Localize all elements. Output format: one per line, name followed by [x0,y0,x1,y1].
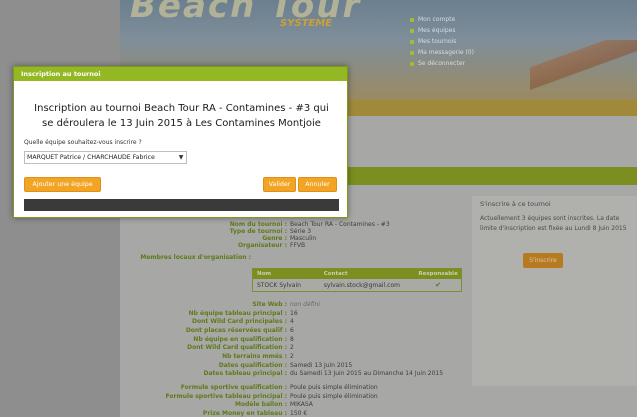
table-row: STOCK Sylvain sylvain.stock@gmail.com ✔ [253,279,461,291]
bullet-icon [410,61,414,66]
team-question-label: Quelle équipe souhaitez-vous inscrire ? [24,139,142,146]
info-row: Genre : Masculin [262,235,317,242]
banner-player-image [530,40,637,90]
register-button[interactable]: S'inscrire [523,253,563,268]
bullet-icon [410,28,414,33]
info-row: Formule sportive qualification : Poule pu… [180,384,378,391]
info-row: Prize Money en tableau :150 € [202,410,308,417]
site-logo-subtitle: SYSTEME [280,18,333,29]
info-row: Site Web : non défini [252,301,321,308]
validate-button[interactable]: Valider [263,177,296,192]
info-row: Dont places réservées qualif :6 [185,327,294,334]
team-select[interactable]: MARQUET Patrice / CHARCHAUDE Fabrice ▼ [24,151,187,164]
menu-item-messages[interactable]: Ma messagerie (0) [410,47,474,58]
info-row: Nom du tournoi : Beach Tour RA - Contamin… [229,221,390,228]
members-table-header: Nom Contact Responsable [253,269,461,279]
info-row: Dates qualification : Samedi 13 Juin 2015 [218,362,353,369]
dialog-footer-bar [24,199,339,211]
chevron-down-icon: ▼ [178,154,184,161]
bullet-icon [410,17,414,22]
register-panel-title: S'inscrire à ce tournoi [480,200,551,208]
check-icon: ✔ [435,281,442,289]
info-row: Nb équipe en qualification :8 [193,336,294,343]
bullet-icon [410,39,414,44]
info-row: Dates tableau principal : du Samedi 13 Ju… [203,370,444,377]
menu-item-account[interactable]: Mon compte [410,14,474,25]
bullet-icon [410,50,414,55]
menu-item-tournaments[interactable]: Mes tournois [410,36,474,47]
info-row: Organisateur : FFVB [237,242,306,249]
info-row: Modèle ballon : MIKASA [234,401,313,408]
user-menu: Mon compte Mes équipes Mes tournois Ma m… [410,14,474,69]
info-row: Nb terrains mmés :2 [222,353,294,360]
add-team-button[interactable]: Ajouter une équipe [24,177,101,192]
info-row: Membres locaux d'organisation : [140,254,251,261]
registration-dialog: Inscription au tournoi Inscription au to… [13,66,348,218]
register-panel-text: Actuellement 3 équipes sont inscrites. L… [480,215,627,232]
menu-item-teams[interactable]: Mes équipes [410,25,474,36]
members-table: Nom Contact Responsable STOCK Sylvain sy… [252,268,462,292]
menu-item-logout[interactable]: Se déconnecter [410,58,474,69]
cancel-button[interactable]: Annuler [298,177,337,192]
info-row: Dont Wild Card principales :4 [192,318,294,325]
team-select-value: MARQUET Patrice / CHARCHAUDE Fabrice [27,154,155,161]
info-row: Dont Wild Card qualification :2 [187,344,294,351]
info-row: Type de tournoi : Série 3 [229,228,312,235]
info-row: Formule sportive tableau principal : Poul… [165,393,378,400]
dialog-title[interactable]: Inscription au tournoi [14,67,347,81]
dialog-heading: Inscription au tournoi Beach Tour RA - C… [34,103,329,129]
info-row: Nb équipe tableau principal :16 [188,310,298,317]
